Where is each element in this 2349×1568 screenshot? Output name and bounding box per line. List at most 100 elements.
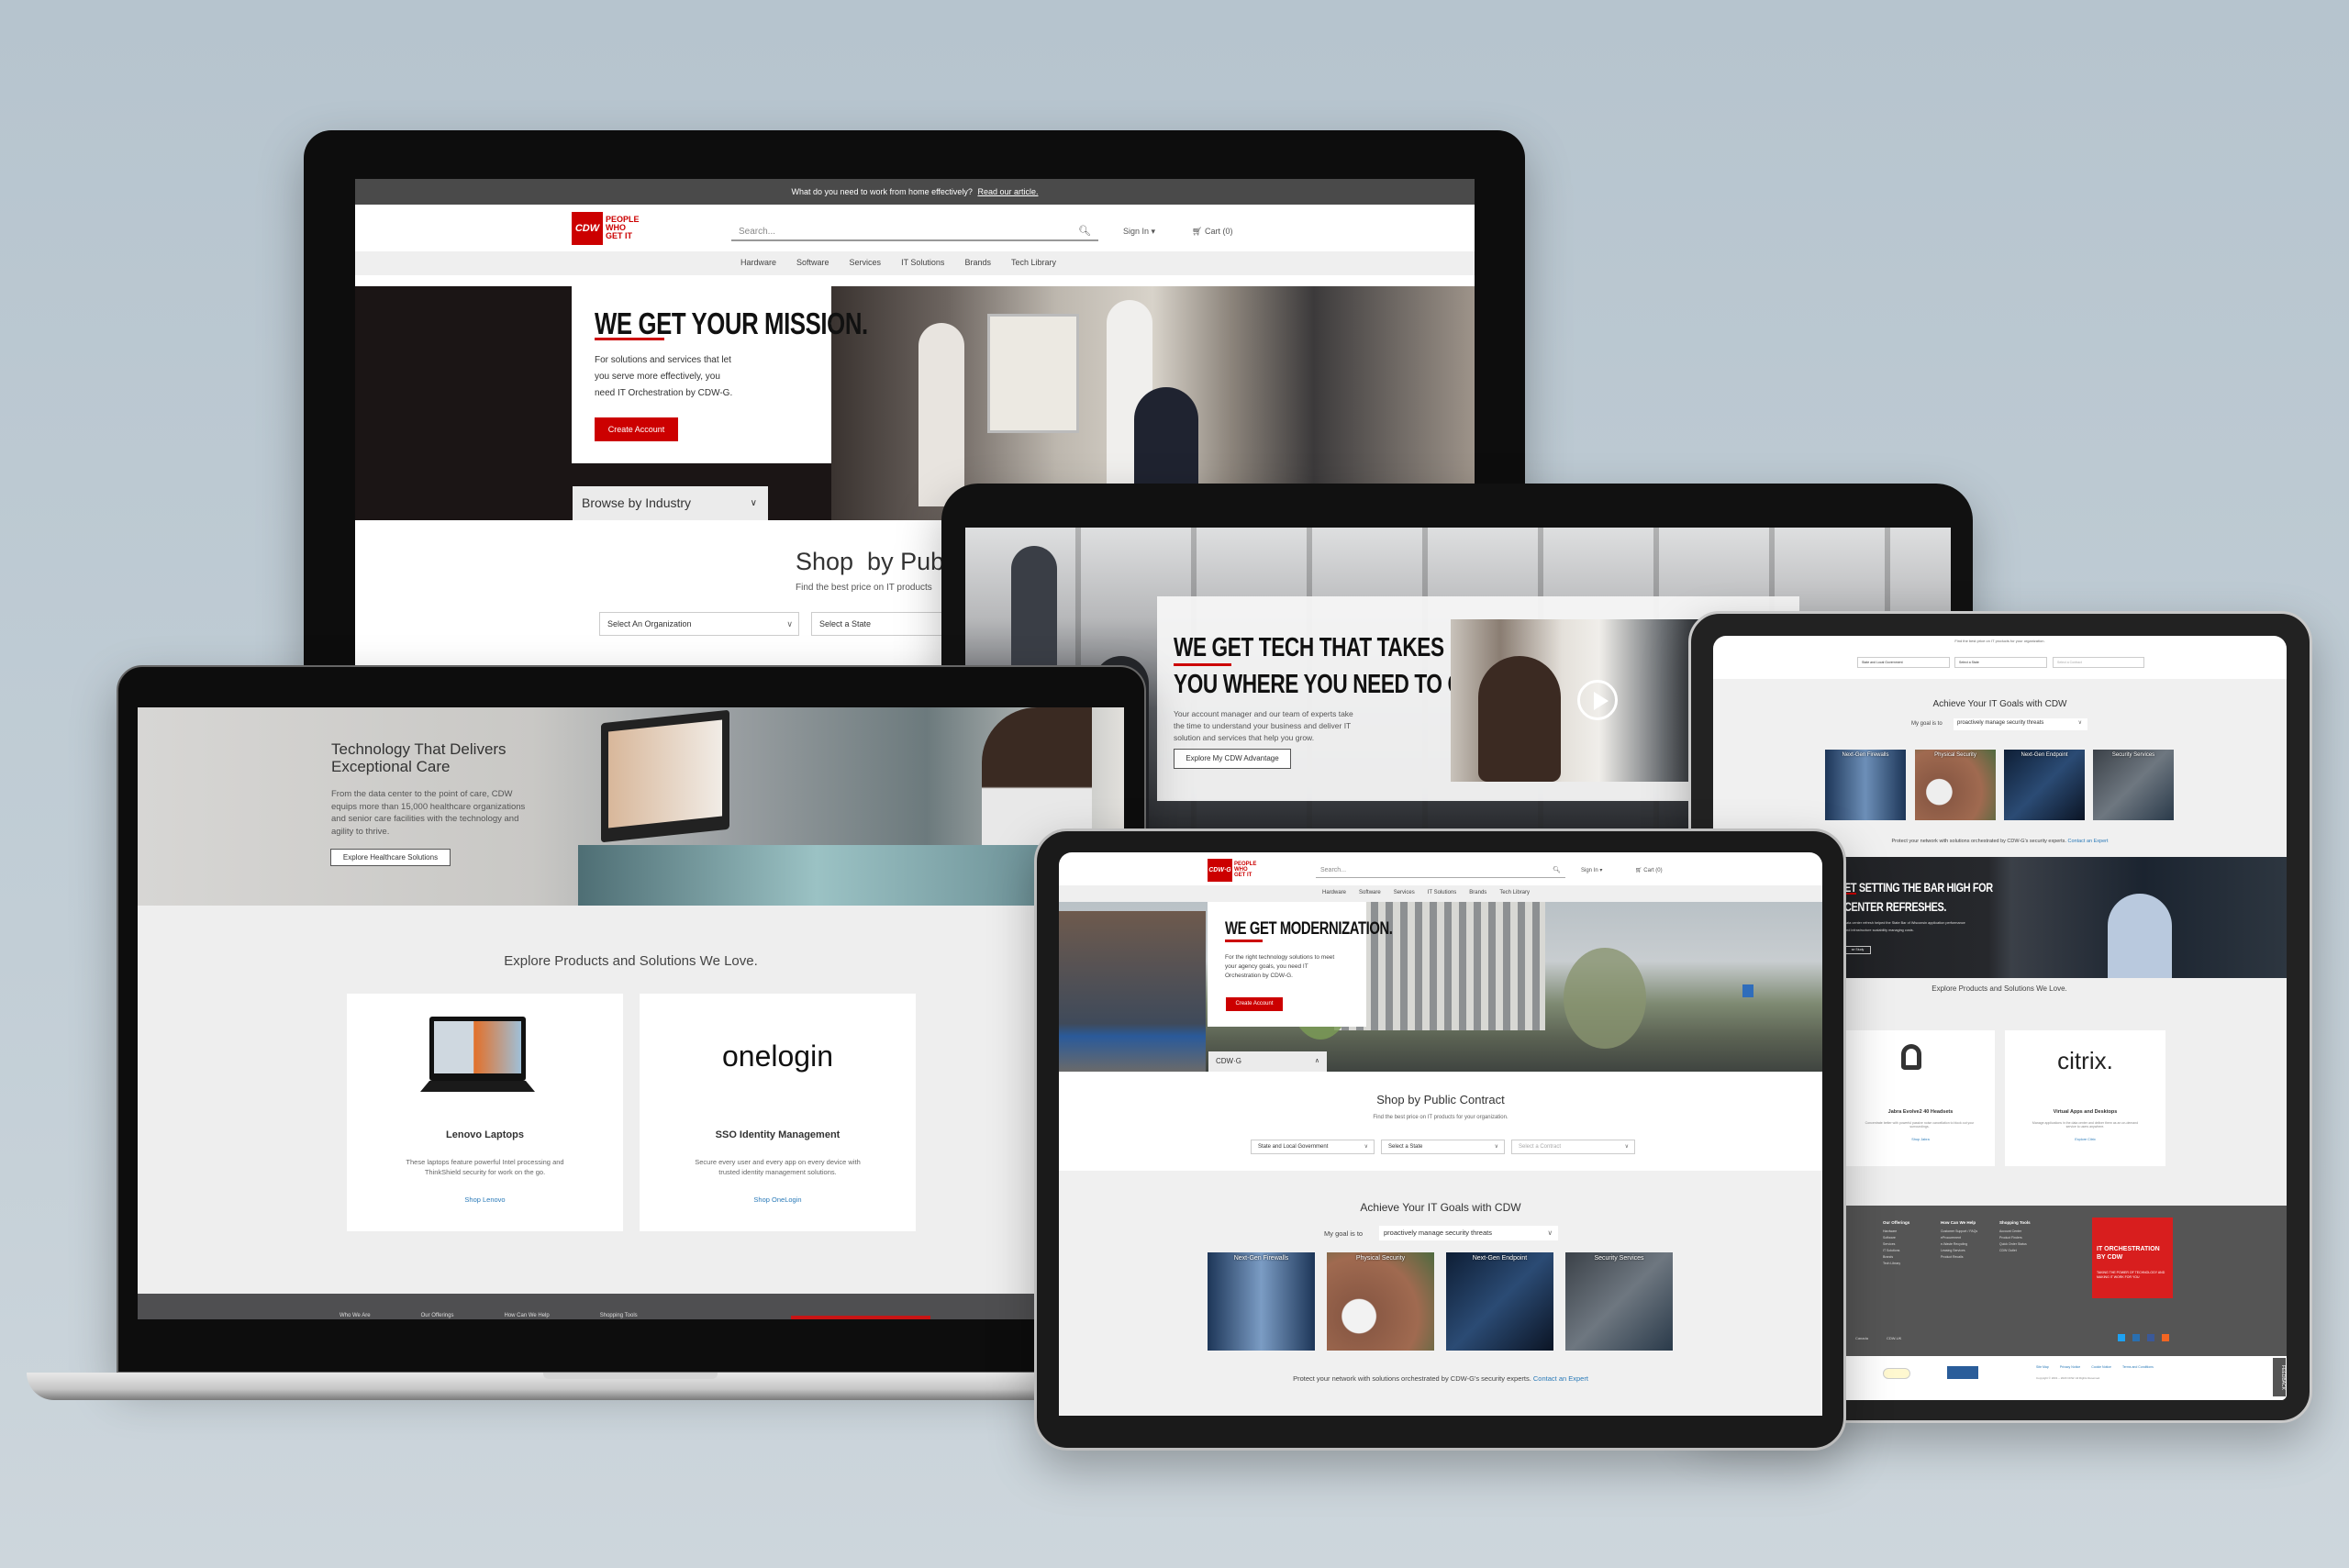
explore-healthcare-button[interactable]: Explore Healthcare Solutions bbox=[330, 849, 451, 866]
linkedin-icon[interactable] bbox=[2132, 1334, 2140, 1341]
footer-link[interactable]: Tech Library bbox=[1883, 1261, 1909, 1267]
organization-select[interactable]: Select An Organization ∨ bbox=[599, 612, 799, 636]
nav-brands[interactable]: Brands bbox=[1469, 890, 1486, 895]
footer-link[interactable]: Quick Order Status bbox=[1999, 1241, 2031, 1248]
footer-link[interactable]: Customer Support / FAQs bbox=[1941, 1229, 1977, 1235]
goals-footer: Protect your network with solutions orch… bbox=[1059, 1374, 1822, 1383]
shop-lenovo-link[interactable]: Shop Lenovo bbox=[347, 1195, 623, 1204]
cdw-logo[interactable]: CDW bbox=[572, 212, 603, 245]
nav-tech-library[interactable]: Tech Library bbox=[1011, 258, 1056, 267]
citrix-logo: citrix. bbox=[2057, 1047, 2113, 1074]
goal-select[interactable]: proactively manage security threats ∨ bbox=[1379, 1226, 1558, 1240]
explore-citrix-link[interactable]: Explore Citrix bbox=[2005, 1138, 2165, 1141]
headline-underline bbox=[595, 338, 664, 340]
shop-jabra-link[interactable]: Shop Jabra bbox=[1846, 1138, 1995, 1141]
chevron-down-icon: ∨ bbox=[1494, 1144, 1498, 1150]
nav-brands[interactable]: Brands bbox=[964, 258, 991, 267]
tile-physical-security[interactable]: Physical Security bbox=[1327, 1252, 1434, 1351]
feedback-tab[interactable]: FEEDBACK bbox=[2273, 1358, 2286, 1396]
video-thumbnail[interactable] bbox=[1451, 619, 1698, 782]
state-select[interactable]: Select a State ∨ bbox=[1381, 1140, 1505, 1154]
facebook-icon[interactable] bbox=[2147, 1334, 2154, 1341]
nav-services[interactable]: Services bbox=[850, 258, 882, 267]
select-value: proactively manage security threats bbox=[1957, 720, 2044, 726]
hero-title-line: Technology That Delivers bbox=[331, 740, 507, 758]
browse-by-industry-dropdown[interactable]: Browse by Industry ∨ bbox=[573, 486, 768, 520]
footer-link[interactable]: Software bbox=[1883, 1235, 1909, 1241]
tile-next-gen-endpoint[interactable]: Next-Gen Endpoint bbox=[1446, 1252, 1553, 1351]
footer-link[interactable]: Product Finders bbox=[1999, 1235, 2031, 1241]
shop-subtitle: Find the best price on IT products for y… bbox=[1954, 639, 2045, 643]
contract-select[interactable]: Select a Contract ∨ bbox=[1511, 1140, 1635, 1154]
create-account-button[interactable]: Create Account bbox=[1226, 997, 1283, 1011]
case-study-body: data center refresh helped the State Bar… bbox=[1844, 921, 1965, 932]
legal-link[interactable]: Site Map bbox=[2036, 1365, 2049, 1369]
sign-in-menu[interactable]: Sign In ▾ bbox=[1123, 227, 1155, 237]
nav-tech-library[interactable]: Tech Library bbox=[1499, 890, 1530, 895]
goal-select[interactable]: proactively manage security threats ∨ bbox=[1954, 718, 2087, 730]
nav-it-solutions[interactable]: IT Solutions bbox=[1428, 890, 1457, 895]
nav-hardware[interactable]: Hardware bbox=[1322, 890, 1346, 895]
state-select[interactable]: Select a State bbox=[1954, 657, 2047, 668]
contract-select[interactable]: Select a Contract bbox=[2053, 657, 2144, 668]
it-orchestration-promo[interactable]: IT ORCHESTRATION BY CDW TAKING THE POWER… bbox=[2092, 1218, 2173, 1298]
legal-link[interactable]: Terms and Conditions bbox=[2122, 1365, 2154, 1369]
footer-link[interactable]: e-Waste Recycling bbox=[1941, 1241, 1977, 1248]
shop-onelogin-link[interactable]: Shop OneLogin bbox=[640, 1195, 916, 1204]
legal-link[interactable]: Cookie Notice bbox=[2091, 1365, 2111, 1369]
product-card-lenovo: Lenovo Laptops These laptops feature pow… bbox=[347, 994, 623, 1231]
tile-next-gen-firewalls[interactable]: Next-Gen Firewalls bbox=[1825, 750, 1906, 820]
contact-expert-link[interactable]: Contact an Expert bbox=[2067, 839, 2108, 844]
play-icon[interactable] bbox=[1577, 680, 1618, 720]
nav-software[interactable]: Software bbox=[796, 258, 829, 267]
footer-link[interactable]: Brands bbox=[1883, 1254, 1909, 1261]
contact-expert-link[interactable]: Contact an Expert bbox=[1533, 1374, 1588, 1383]
search-icon[interactable]: 🔍︎ bbox=[1078, 225, 1091, 237]
cdw-g-logo[interactable]: CDW·G bbox=[1208, 859, 1232, 882]
goal-label: My goal is to bbox=[1324, 1229, 1364, 1238]
footer-col-title: Shopping Tools bbox=[599, 1313, 638, 1318]
footer-link[interactable]: Leasing Services bbox=[1941, 1248, 1977, 1254]
hero-headline: WE GET YOUR MISSION. bbox=[595, 306, 945, 341]
region-link[interactable]: CDW-UK bbox=[1887, 1336, 1901, 1340]
cart-link[interactable]: 🛒︎ Cart (0) bbox=[1635, 867, 1663, 873]
nav-hardware[interactable]: Hardware bbox=[740, 258, 776, 267]
create-account-button[interactable]: Create Account bbox=[595, 417, 678, 441]
footer-link[interactable]: IT Solutions bbox=[1883, 1248, 1909, 1254]
rss-icon[interactable] bbox=[2162, 1334, 2169, 1341]
tile-next-gen-firewalls[interactable]: Next-Gen Firewalls bbox=[1208, 1252, 1315, 1351]
case-study-button[interactable]: se Study bbox=[1844, 946, 1871, 954]
hero-card: WE GET YOUR MISSION. For solutions and s… bbox=[572, 286, 868, 463]
nav-it-solutions[interactable]: IT Solutions bbox=[901, 258, 944, 267]
legal-link[interactable]: Privacy Notice bbox=[2060, 1365, 2080, 1369]
nav-software[interactable]: Software bbox=[1359, 890, 1381, 895]
front-tablet-screen: CDW·G PEOPLE WHO GET IT Search... 🔍︎ Sig… bbox=[1059, 852, 1822, 1416]
region-link[interactable]: Canada bbox=[1855, 1336, 1868, 1340]
twitter-icon[interactable] bbox=[2118, 1334, 2125, 1341]
footer-col-title: Our Offerings bbox=[420, 1313, 454, 1318]
footer-link[interactable]: Services bbox=[1883, 1241, 1909, 1248]
sign-in-menu[interactable]: Sign In ▾ bbox=[1581, 867, 1602, 873]
footer-link[interactable]: Hardware bbox=[1883, 1229, 1909, 1235]
card-desc: Concentrate better with powerful passive… bbox=[1865, 1121, 1975, 1129]
footer-link[interactable]: Account Center bbox=[1999, 1229, 2031, 1235]
tile-security-services[interactable]: Security Services bbox=[2093, 750, 2174, 820]
capitol-street-photo bbox=[1059, 902, 1822, 1072]
search-input[interactable]: Search... 🔍︎ bbox=[731, 223, 1098, 241]
search-input[interactable]: Search... 🔍︎ bbox=[1316, 864, 1565, 878]
tile-security-services[interactable]: Security Services bbox=[1565, 1252, 1673, 1351]
tile-physical-security[interactable]: Physical Security bbox=[1915, 750, 1996, 820]
cart-link[interactable]: 🛒︎ Cart (0) bbox=[1192, 227, 1232, 237]
footer-link[interactable]: CDW Outlet bbox=[1999, 1248, 2031, 1254]
nav-services[interactable]: Services bbox=[1394, 890, 1415, 895]
footer-link[interactable]: Product Recalls bbox=[1941, 1254, 1977, 1261]
footer-link[interactable]: eProcurement bbox=[1941, 1235, 1977, 1241]
government-select[interactable]: State and Local Government bbox=[1857, 657, 1950, 668]
promo-subtitle: TAKING THE POWER OF TECHNOLOGY AND MAKIN… bbox=[2097, 1271, 2165, 1279]
promo-link[interactable]: Read our article. bbox=[977, 187, 1038, 196]
cdw-g-dropdown[interactable]: CDW·G ∧ bbox=[1208, 1051, 1327, 1072]
search-icon[interactable]: 🔍︎ bbox=[1553, 866, 1561, 873]
tile-next-gen-endpoint[interactable]: Next-Gen Endpoint bbox=[2004, 750, 2085, 820]
government-select[interactable]: State and Local Government ∨ bbox=[1251, 1140, 1375, 1154]
explore-cdw-advantage-button[interactable]: Explore My CDW Advantage bbox=[1174, 749, 1291, 769]
